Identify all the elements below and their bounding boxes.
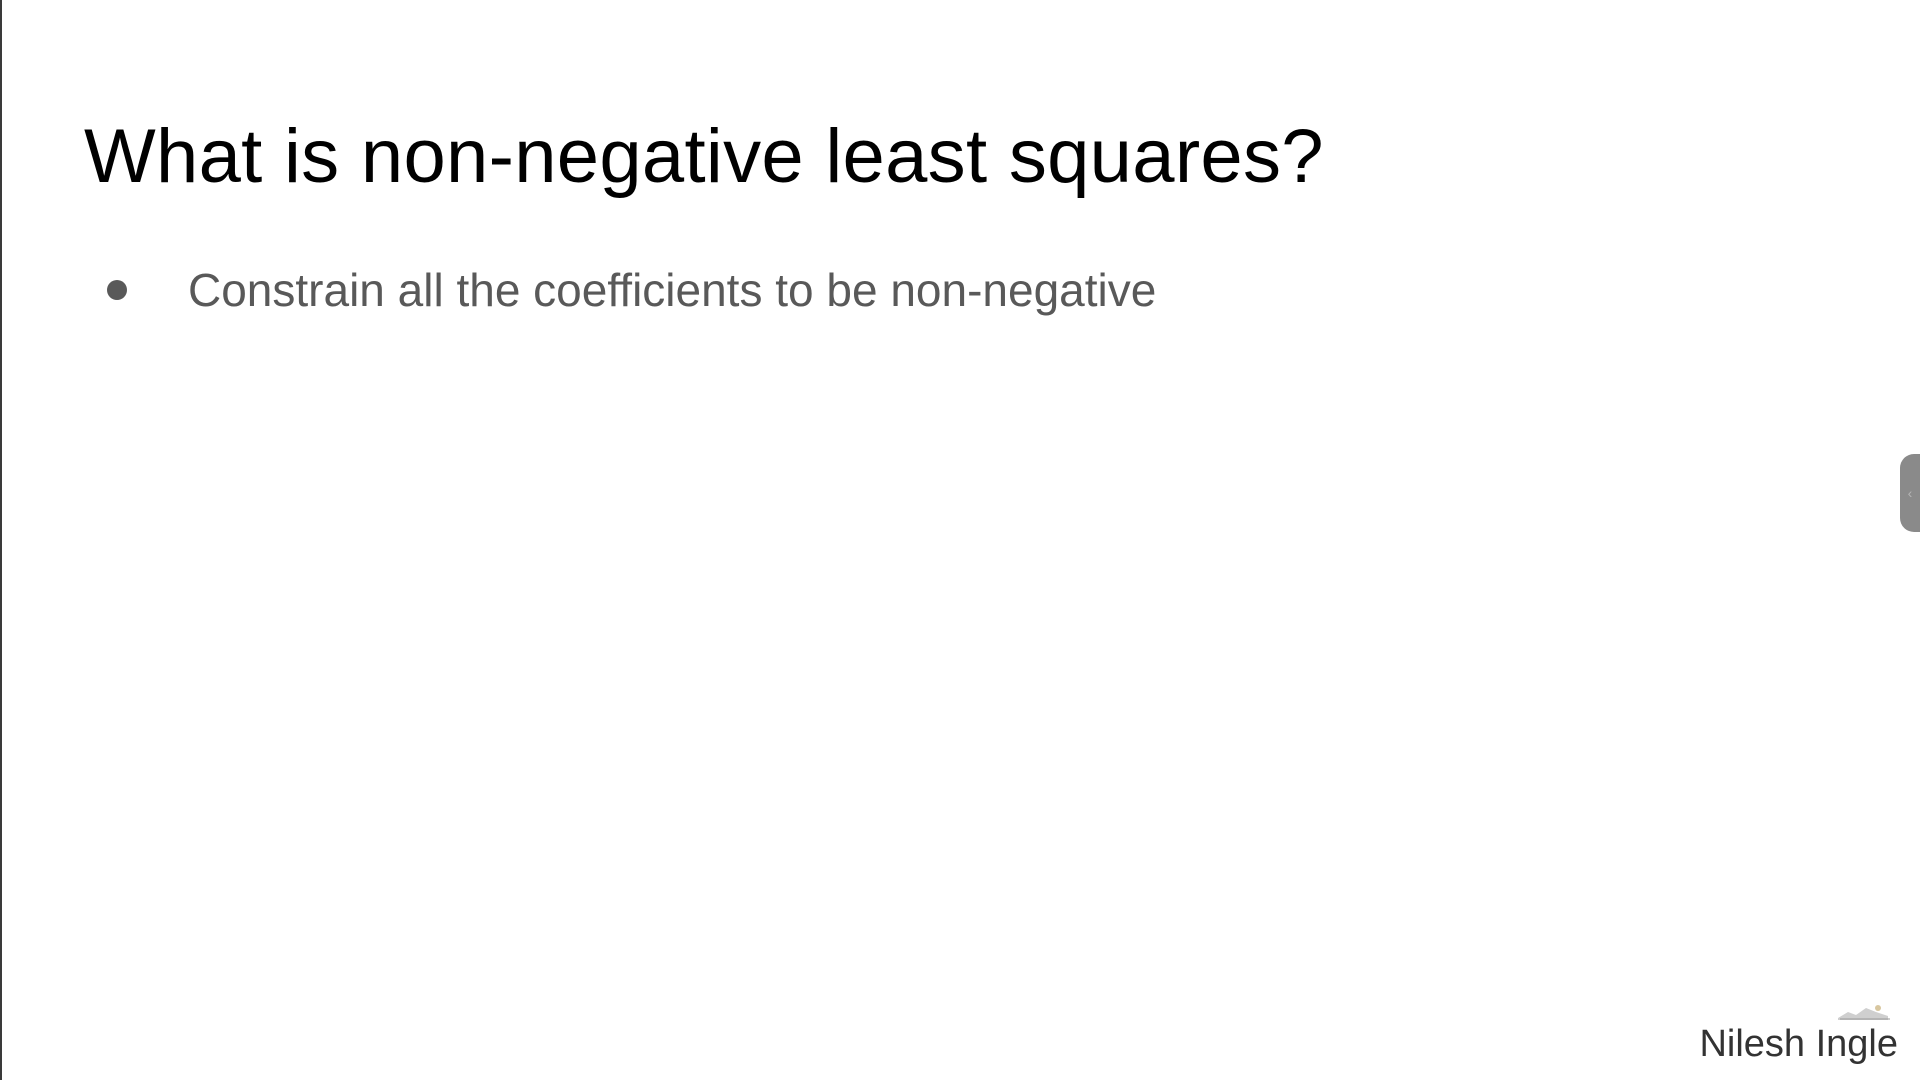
bullet-text: Constrain all the coefficients to be non…	[188, 264, 1157, 316]
bullet-list: Constrain all the coefficients to be non…	[104, 260, 1156, 320]
chevron-left-icon: ‹	[1907, 485, 1913, 501]
list-item: Constrain all the coefficients to be non…	[104, 260, 1156, 320]
author-name: Nilesh Ingle	[1699, 1023, 1898, 1065]
side-panel-toggle[interactable]: ‹	[1900, 454, 1920, 532]
presentation-slide: What is non-negative least squares? Cons…	[0, 0, 1920, 1080]
slide-title: What is non-negative least squares?	[84, 114, 1324, 199]
slide-left-border	[0, 0, 2, 1080]
bullet-icon	[107, 280, 127, 300]
